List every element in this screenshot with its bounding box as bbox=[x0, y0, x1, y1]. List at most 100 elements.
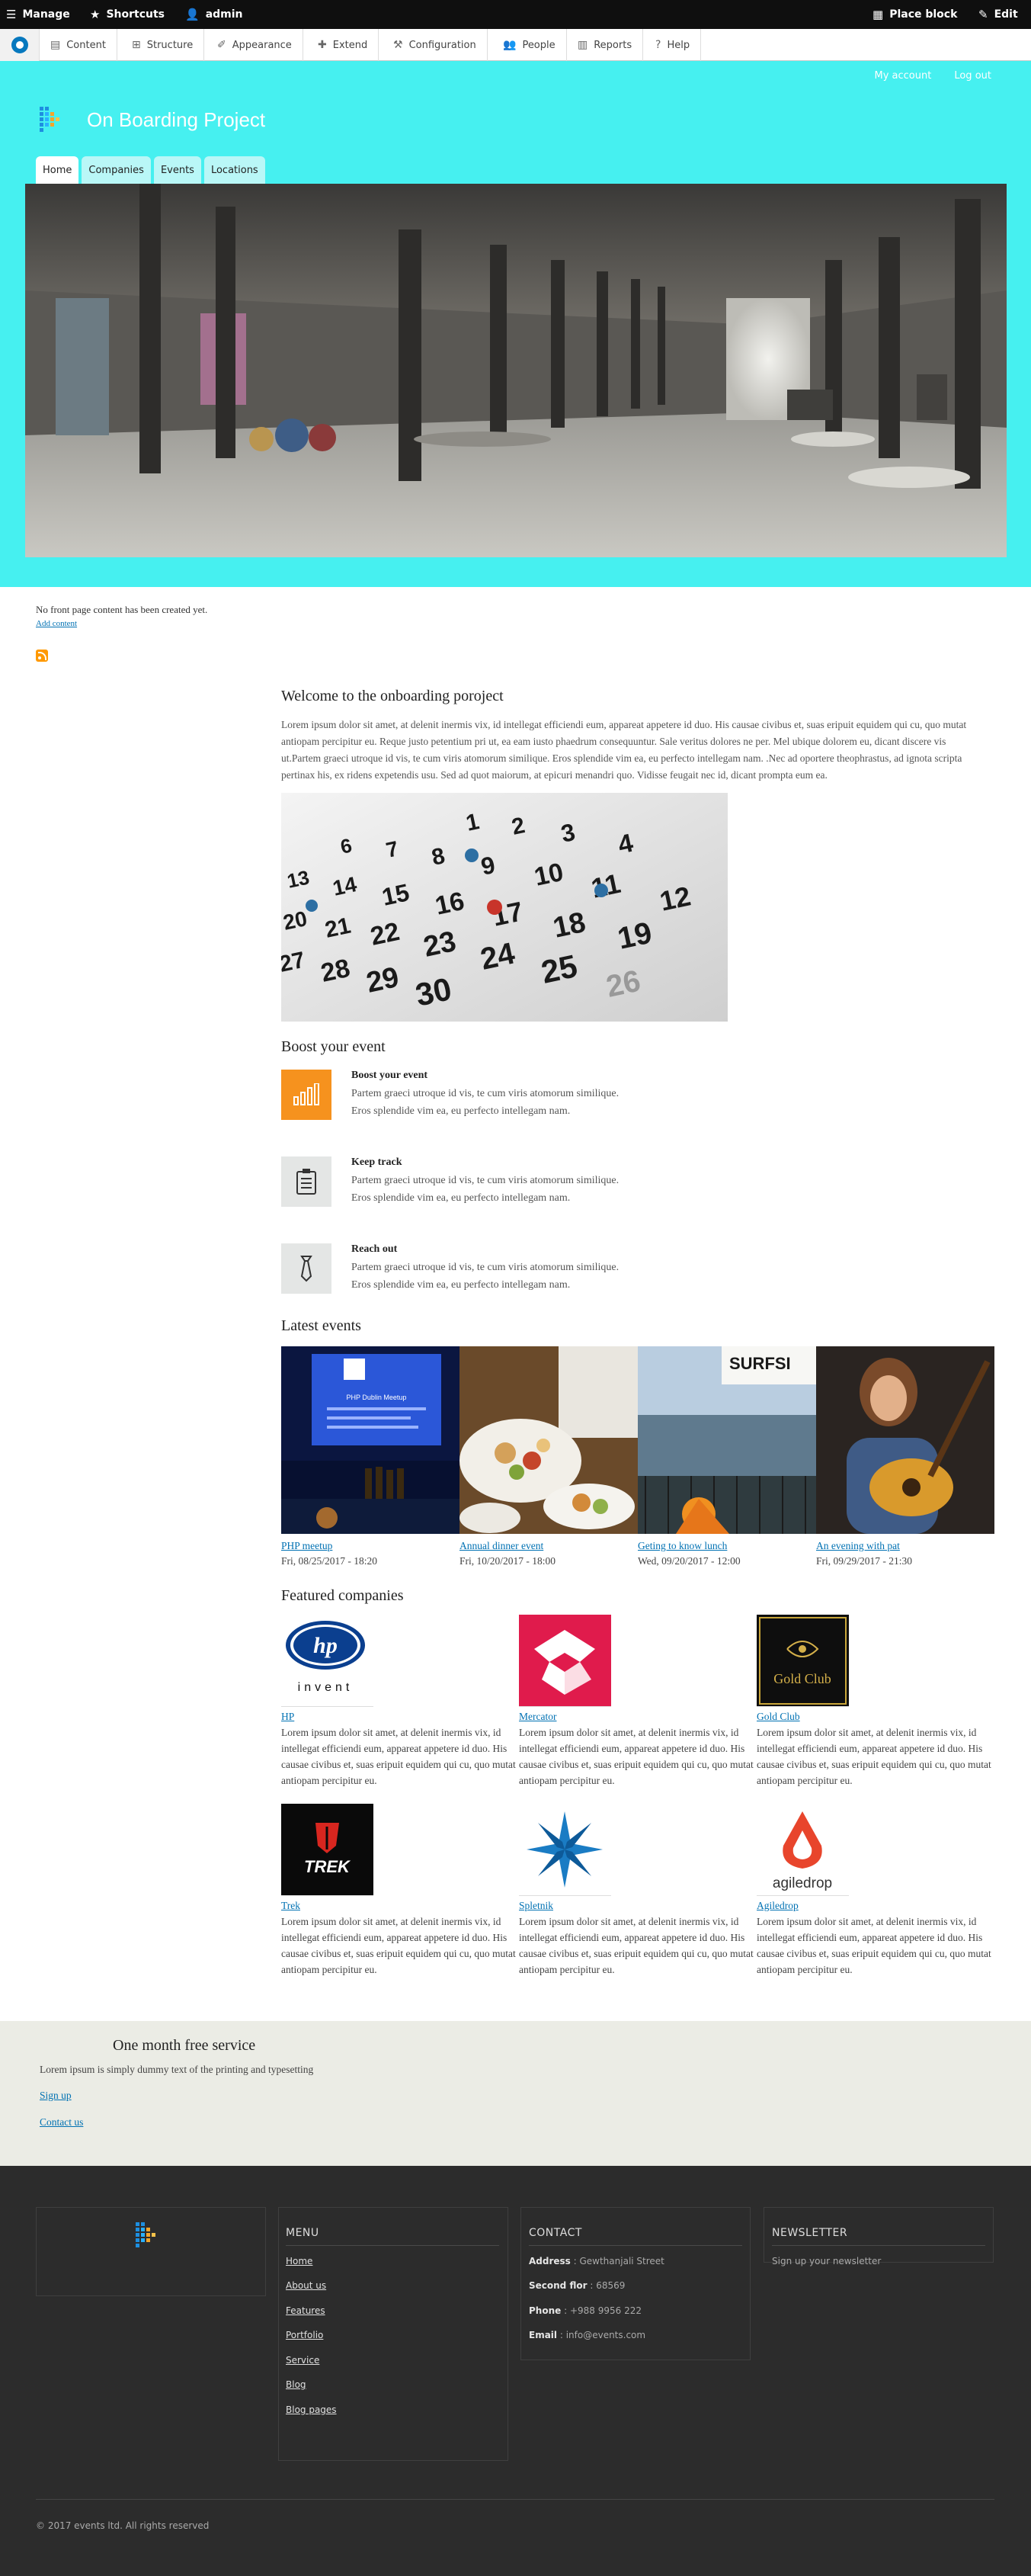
event-title-link[interactable]: PHP meetup bbox=[281, 1540, 459, 1552]
company-description: Lorem ipsum dolor sit amet, at delenit i… bbox=[757, 1916, 991, 1975]
event-title-link[interactable]: Annual dinner event bbox=[459, 1540, 638, 1552]
footer-divider bbox=[36, 2499, 994, 2500]
help-icon: ? bbox=[655, 39, 661, 51]
user-label: admin bbox=[205, 8, 243, 21]
tray-item-label: Help bbox=[667, 39, 690, 51]
blocks-icon: ▦ bbox=[873, 8, 884, 21]
company-logo[interactable]: agiledrop bbox=[757, 1804, 849, 1896]
tab-home[interactable]: Home bbox=[36, 156, 79, 184]
shortcuts-label: Shortcuts bbox=[106, 8, 165, 21]
footer-logo-icon[interactable] bbox=[136, 2222, 168, 2248]
tray-item-reports[interactable]: ▥ Reports bbox=[567, 29, 644, 61]
company-logo[interactable] bbox=[519, 1615, 611, 1707]
my-account-link[interactable]: My account bbox=[875, 70, 932, 82]
company-name-link[interactable]: HP bbox=[281, 1711, 516, 1723]
event-image[interactable]: SURFSI bbox=[638, 1346, 816, 1534]
feature-text: Partem graeci utroque id vis, te cum vir… bbox=[351, 1262, 620, 1291]
place-block-button[interactable]: ▦ Place block bbox=[873, 0, 957, 29]
tab-events[interactable]: Events bbox=[153, 156, 201, 184]
tray-item-configuration[interactable]: ⚒ Configuration bbox=[383, 29, 488, 61]
company-name-link[interactable]: Spletnik bbox=[519, 1900, 754, 1912]
footer-link-blog-pages[interactable]: Blog pages bbox=[286, 2404, 337, 2415]
event-title-link[interactable]: An evening with pat bbox=[816, 1540, 994, 1552]
sign-up-link[interactable]: Sign up bbox=[40, 2090, 72, 2102]
clipboard-icon bbox=[281, 1156, 331, 1207]
tab-companies[interactable]: Companies bbox=[82, 156, 151, 184]
company-name-link[interactable]: Mercator bbox=[519, 1711, 754, 1723]
footer-divider bbox=[286, 2245, 499, 2246]
event-image[interactable] bbox=[459, 1346, 638, 1534]
tray-item-label: Extend bbox=[332, 39, 368, 51]
event-date: Fri, 10/20/2017 - 18:00 bbox=[459, 1555, 556, 1567]
manage-button[interactable]: ☰ Manage bbox=[6, 0, 70, 29]
people-icon: 👥 bbox=[503, 39, 517, 51]
structure-icon: ⊞ bbox=[132, 39, 141, 51]
tray-item-structure[interactable]: ⊞ Structure bbox=[121, 29, 205, 61]
feature-title: Boost your event bbox=[351, 1070, 428, 1081]
event-image[interactable] bbox=[816, 1346, 994, 1534]
rss-feed-icon[interactable] bbox=[36, 650, 48, 662]
user-button[interactable]: 👤 admin bbox=[185, 0, 243, 29]
calendar-number: 21 bbox=[323, 913, 354, 943]
bar-chart-icon bbox=[281, 1070, 331, 1120]
event-date: Fri, 09/29/2017 - 21:30 bbox=[816, 1555, 913, 1567]
tray-item-label: People bbox=[522, 39, 556, 51]
edit-button[interactable]: ✎ Edit bbox=[978, 0, 1018, 29]
company-card: Gold Club Gold Club Lorem ipsum dolor si… bbox=[757, 1615, 991, 1788]
company-card: agiledrop Agiledrop Lorem ipsum dolor si… bbox=[757, 1804, 991, 1978]
event-image[interactable]: PHP Dublin Meetup bbox=[281, 1346, 459, 1534]
drupal-drop-icon bbox=[11, 37, 28, 53]
newsletter-text: Sign up your newsletter bbox=[772, 2256, 882, 2266]
drupal-home-button[interactable] bbox=[0, 29, 40, 61]
company-logo[interactable]: TREK bbox=[281, 1804, 373, 1896]
site-name[interactable]: On Boarding Project bbox=[87, 108, 265, 132]
company-name-link[interactable]: Gold Club bbox=[757, 1711, 991, 1723]
company-logo[interactable] bbox=[519, 1804, 611, 1896]
footer-link-features[interactable]: Features bbox=[286, 2305, 325, 2316]
tray-item-label: Structure bbox=[146, 39, 194, 51]
footer-link-blog[interactable]: Blog bbox=[286, 2379, 306, 2390]
footer-divider bbox=[772, 2245, 985, 2246]
tray-item-people[interactable]: 👥 People bbox=[492, 29, 567, 61]
event-title-link[interactable]: Geting to know lunch bbox=[638, 1540, 816, 1552]
feature-boost: Boost your event Partem graeci utroque i… bbox=[281, 1070, 738, 1131]
svg-text:PHP Dublin Meetup: PHP Dublin Meetup bbox=[347, 1394, 407, 1401]
company-logo[interactable]: hp invent bbox=[281, 1615, 373, 1707]
company-name-link[interactable]: Agiledrop bbox=[757, 1900, 991, 1912]
feature-reach-out: Reach out Partem graeci utroque id vis, … bbox=[281, 1243, 738, 1304]
tray-item-appearance[interactable]: ✐ Appearance bbox=[207, 29, 303, 61]
calendar-number: 25 bbox=[538, 948, 580, 990]
tray-item-help[interactable]: ? Help bbox=[645, 29, 702, 61]
shortcuts-button[interactable]: ★ Shortcuts bbox=[90, 0, 165, 29]
contact-us-link[interactable]: Contact us bbox=[40, 2116, 83, 2128]
site-logo-icon[interactable] bbox=[40, 107, 72, 133]
secondary-menu: My account Log out bbox=[875, 70, 992, 82]
tab-locations[interactable]: Locations bbox=[203, 156, 265, 184]
calendar-number: 19 bbox=[615, 916, 655, 956]
company-card: Mercator Lorem ipsum dolor sit amet, at … bbox=[519, 1615, 754, 1788]
feature-text: Partem graeci utroque id vis, te cum vir… bbox=[351, 1088, 620, 1117]
calendar-number: 15 bbox=[379, 878, 411, 911]
logout-link[interactable]: Log out bbox=[954, 70, 991, 82]
footer-link-home[interactable]: Home bbox=[286, 2256, 312, 2266]
svg-text:TREK: TREK bbox=[304, 1857, 351, 1876]
footer-link-service[interactable]: Service bbox=[286, 2355, 319, 2366]
add-content-link[interactable]: Add content bbox=[36, 619, 77, 628]
footer-link-about[interactable]: About us bbox=[286, 2280, 326, 2291]
tray-item-label: Appearance bbox=[232, 39, 292, 51]
admin-toolbar: ☰ Manage ★ Shortcuts 👤 admin ▦ Place blo… bbox=[0, 0, 1031, 29]
footer-link-portfolio[interactable]: Portfolio bbox=[286, 2330, 323, 2340]
tray-item-content[interactable]: ▤ Content bbox=[40, 29, 117, 61]
tray-item-extend[interactable]: ✚ Extend bbox=[307, 29, 379, 61]
event-card: Annual dinner event Fri, 10/20/2017 - 18… bbox=[459, 1346, 638, 1567]
service-text: Lorem ipsum is simply dummy text of the … bbox=[40, 2064, 314, 2075]
welcome-title: Welcome to the onboarding poroject bbox=[281, 688, 504, 704]
user-icon: 👤 bbox=[185, 8, 200, 21]
footer-contact-title: CONTACT bbox=[529, 2227, 582, 2239]
company-name-link[interactable]: Trek bbox=[281, 1900, 516, 1912]
company-card: TREK Trek Lorem ipsum dolor sit amet, at… bbox=[281, 1804, 516, 1978]
company-logo[interactable]: Gold Club bbox=[757, 1615, 849, 1707]
star-icon: ★ bbox=[90, 8, 101, 21]
svg-text:hp: hp bbox=[313, 1633, 338, 1658]
company-description: Lorem ipsum dolor sit amet, at delenit i… bbox=[519, 1916, 754, 1975]
